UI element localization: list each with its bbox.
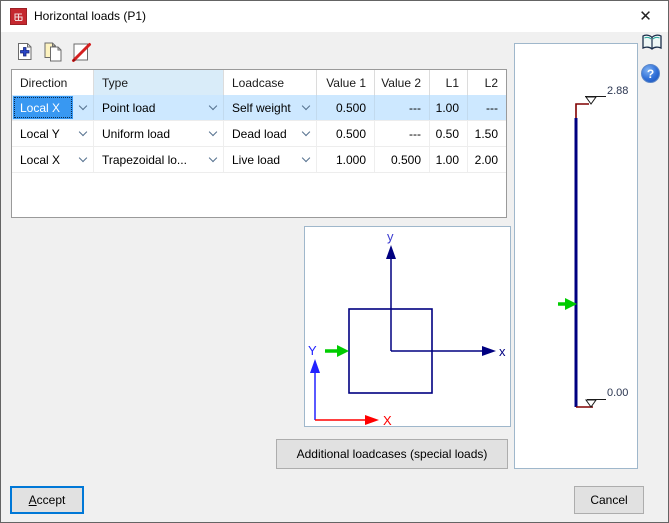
load-arrowhead — [337, 345, 349, 357]
l1-cell[interactable]: 1.00 — [430, 95, 468, 120]
close-button[interactable]: ✕ — [623, 1, 668, 31]
type-value[interactable]: Point load — [94, 101, 203, 115]
app-logo-icon — [10, 8, 27, 25]
cancel-button[interactable]: Cancel — [574, 486, 644, 514]
col-header-l2: L2 — [484, 75, 498, 90]
cross-section-diagram: y x Y X — [308, 229, 506, 428]
col-header-loadcase: Loadcase — [224, 70, 317, 95]
title-bar: Horizontal loads (P1) ✕ — [1, 1, 668, 32]
chevron-down-icon[interactable] — [73, 95, 93, 120]
col-header-l1: L1 — [430, 70, 468, 95]
value1-cell[interactable]: 1.000 — [317, 147, 375, 172]
top-level-value: 2.88 — [607, 85, 628, 97]
add-row-icon[interactable] — [13, 40, 37, 64]
loadcase-dropdown[interactable]: Dead load — [224, 121, 317, 146]
manual-book-icon[interactable] — [641, 33, 663, 52]
l2-cell[interactable]: --- — [468, 95, 506, 120]
type-value[interactable]: Trapezoidal lo... — [94, 153, 203, 167]
additional-loadcases-button[interactable]: Additional loadcases (special loads) — [276, 439, 508, 469]
global-x-arrowhead — [365, 415, 379, 425]
accept-mnemonic: A — [28, 493, 37, 507]
loadcase-value[interactable]: Dead load — [224, 127, 296, 141]
l2-cell[interactable]: 2.00 — [468, 147, 506, 172]
accept-label-rest: ccept — [36, 493, 66, 507]
direction-dropdown[interactable]: Local Y — [12, 121, 94, 146]
direction-value[interactable]: Local Y — [12, 127, 73, 141]
value1-cell[interactable]: 0.500 — [317, 121, 375, 146]
type-dropdown[interactable]: Uniform load — [94, 121, 224, 146]
delete-row-icon[interactable] — [69, 40, 93, 64]
local-y-label: y — [387, 229, 394, 244]
chevron-down-icon[interactable] — [296, 95, 316, 120]
col-header-direction: Direction — [12, 70, 94, 95]
bottom-level-marker-icon — [585, 399, 597, 408]
table-row: Local Y Uniform load Dead load 0.500 ---… — [12, 121, 506, 147]
chevron-down-icon[interactable] — [73, 121, 93, 146]
l1-cell[interactable]: 0.50 — [430, 121, 468, 146]
chevron-down-icon[interactable] — [73, 147, 93, 172]
elevation-preview-panel: 2.88 0.00 — [514, 43, 638, 469]
copy-row-icon[interactable] — [41, 40, 65, 64]
local-y-arrowhead — [386, 245, 396, 259]
chevron-down-icon[interactable] — [203, 95, 223, 120]
table-header-row: Direction Type Loadcase Value 1 Value 2 … — [12, 70, 506, 95]
type-value[interactable]: Uniform load — [94, 127, 203, 141]
type-dropdown[interactable]: Trapezoidal lo... — [94, 147, 224, 172]
l1-cell[interactable]: 1.00 — [430, 147, 468, 172]
l2-cell[interactable]: 1.50 — [468, 121, 506, 146]
global-y-arrowhead — [310, 359, 320, 373]
col-header-value2: Value 2 — [375, 70, 430, 95]
value1-cell[interactable]: 0.500 — [317, 95, 375, 120]
chevron-down-icon[interactable] — [203, 147, 223, 172]
col-header-value1: Value 1 — [317, 70, 375, 95]
table-row: Local X Trapezoidal lo... Live load 1.00… — [12, 147, 506, 173]
value2-cell[interactable]: 0.500 — [375, 147, 430, 172]
type-dropdown[interactable]: Point load — [94, 95, 224, 120]
chevron-down-icon[interactable] — [203, 121, 223, 146]
global-x-label: X — [383, 413, 392, 426]
loadcase-dropdown[interactable]: Self weight — [224, 95, 317, 120]
chevron-down-icon[interactable] — [296, 147, 316, 172]
help-icon[interactable]: ? — [641, 64, 660, 83]
bottom-level-value: 0.00 — [607, 387, 628, 399]
direction-value[interactable]: Local X — [12, 153, 73, 167]
value2-cell[interactable]: --- — [375, 95, 430, 120]
loadcase-value[interactable]: Live load — [224, 153, 296, 167]
local-x-arrowhead — [482, 346, 496, 356]
global-y-label: Y — [308, 343, 317, 358]
col-header-type: Type — [94, 70, 224, 95]
loadcase-dropdown[interactable]: Live load — [224, 147, 317, 172]
direction-value[interactable]: Local X — [13, 96, 73, 119]
horizontal-loads-dialog: Horizontal loads (P1) ✕ Direction Type L… — [0, 0, 669, 523]
loadcase-value[interactable]: Self weight — [224, 101, 296, 115]
cross-section-preview-panel: y x Y X — [304, 226, 511, 428]
local-x-label: x — [499, 344, 506, 359]
chevron-down-icon[interactable] — [296, 121, 316, 146]
table-row: Local X Point load Self weight 0.500 ---… — [12, 95, 506, 121]
window-title: Horizontal loads (P1) — [34, 9, 147, 23]
direction-dropdown[interactable]: Local X — [12, 147, 94, 172]
top-level-marker-icon — [585, 96, 597, 105]
direction-dropdown[interactable]: Local X — [12, 95, 94, 120]
elevation-diagram: 2.88 0.00 — [558, 85, 628, 408]
top-support-line — [575, 103, 589, 118]
value2-cell[interactable]: --- — [375, 121, 430, 146]
accept-button[interactable]: Accept — [10, 486, 84, 514]
loads-table: Direction Type Loadcase Value 1 Value 2 … — [11, 69, 507, 218]
